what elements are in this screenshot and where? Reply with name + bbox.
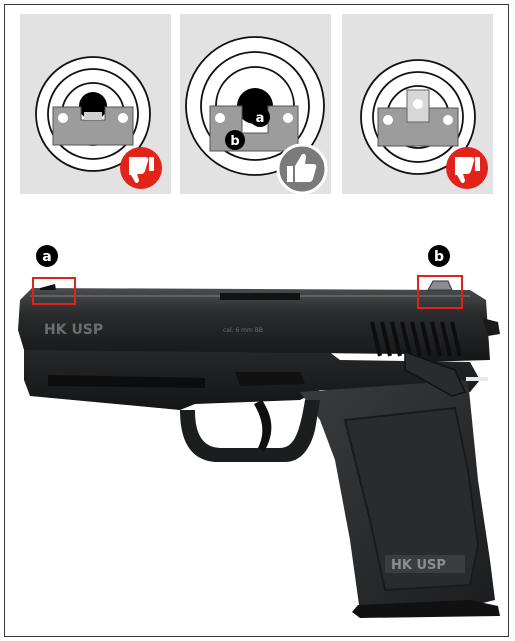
svg-text:a: a [42,249,51,265]
slide-marking-left: HK USP [44,322,103,338]
ejection-port [220,293,300,300]
rear-sight [427,280,453,291]
front-sight [40,284,56,290]
trigger [254,400,272,452]
slide-marking-right: cal. 6 mm BB [223,327,263,334]
trigger-guard [180,400,320,462]
safety-marker [466,377,488,381]
pistol-illustration: a b HK USP cal. 6 mm BB HK USP [18,245,500,618]
marker-b: b [428,245,450,267]
slide-catch [235,372,305,386]
marker-a: a [36,245,58,267]
svg-text:b: b [434,249,444,265]
grip-marking: HK USP [391,558,446,573]
